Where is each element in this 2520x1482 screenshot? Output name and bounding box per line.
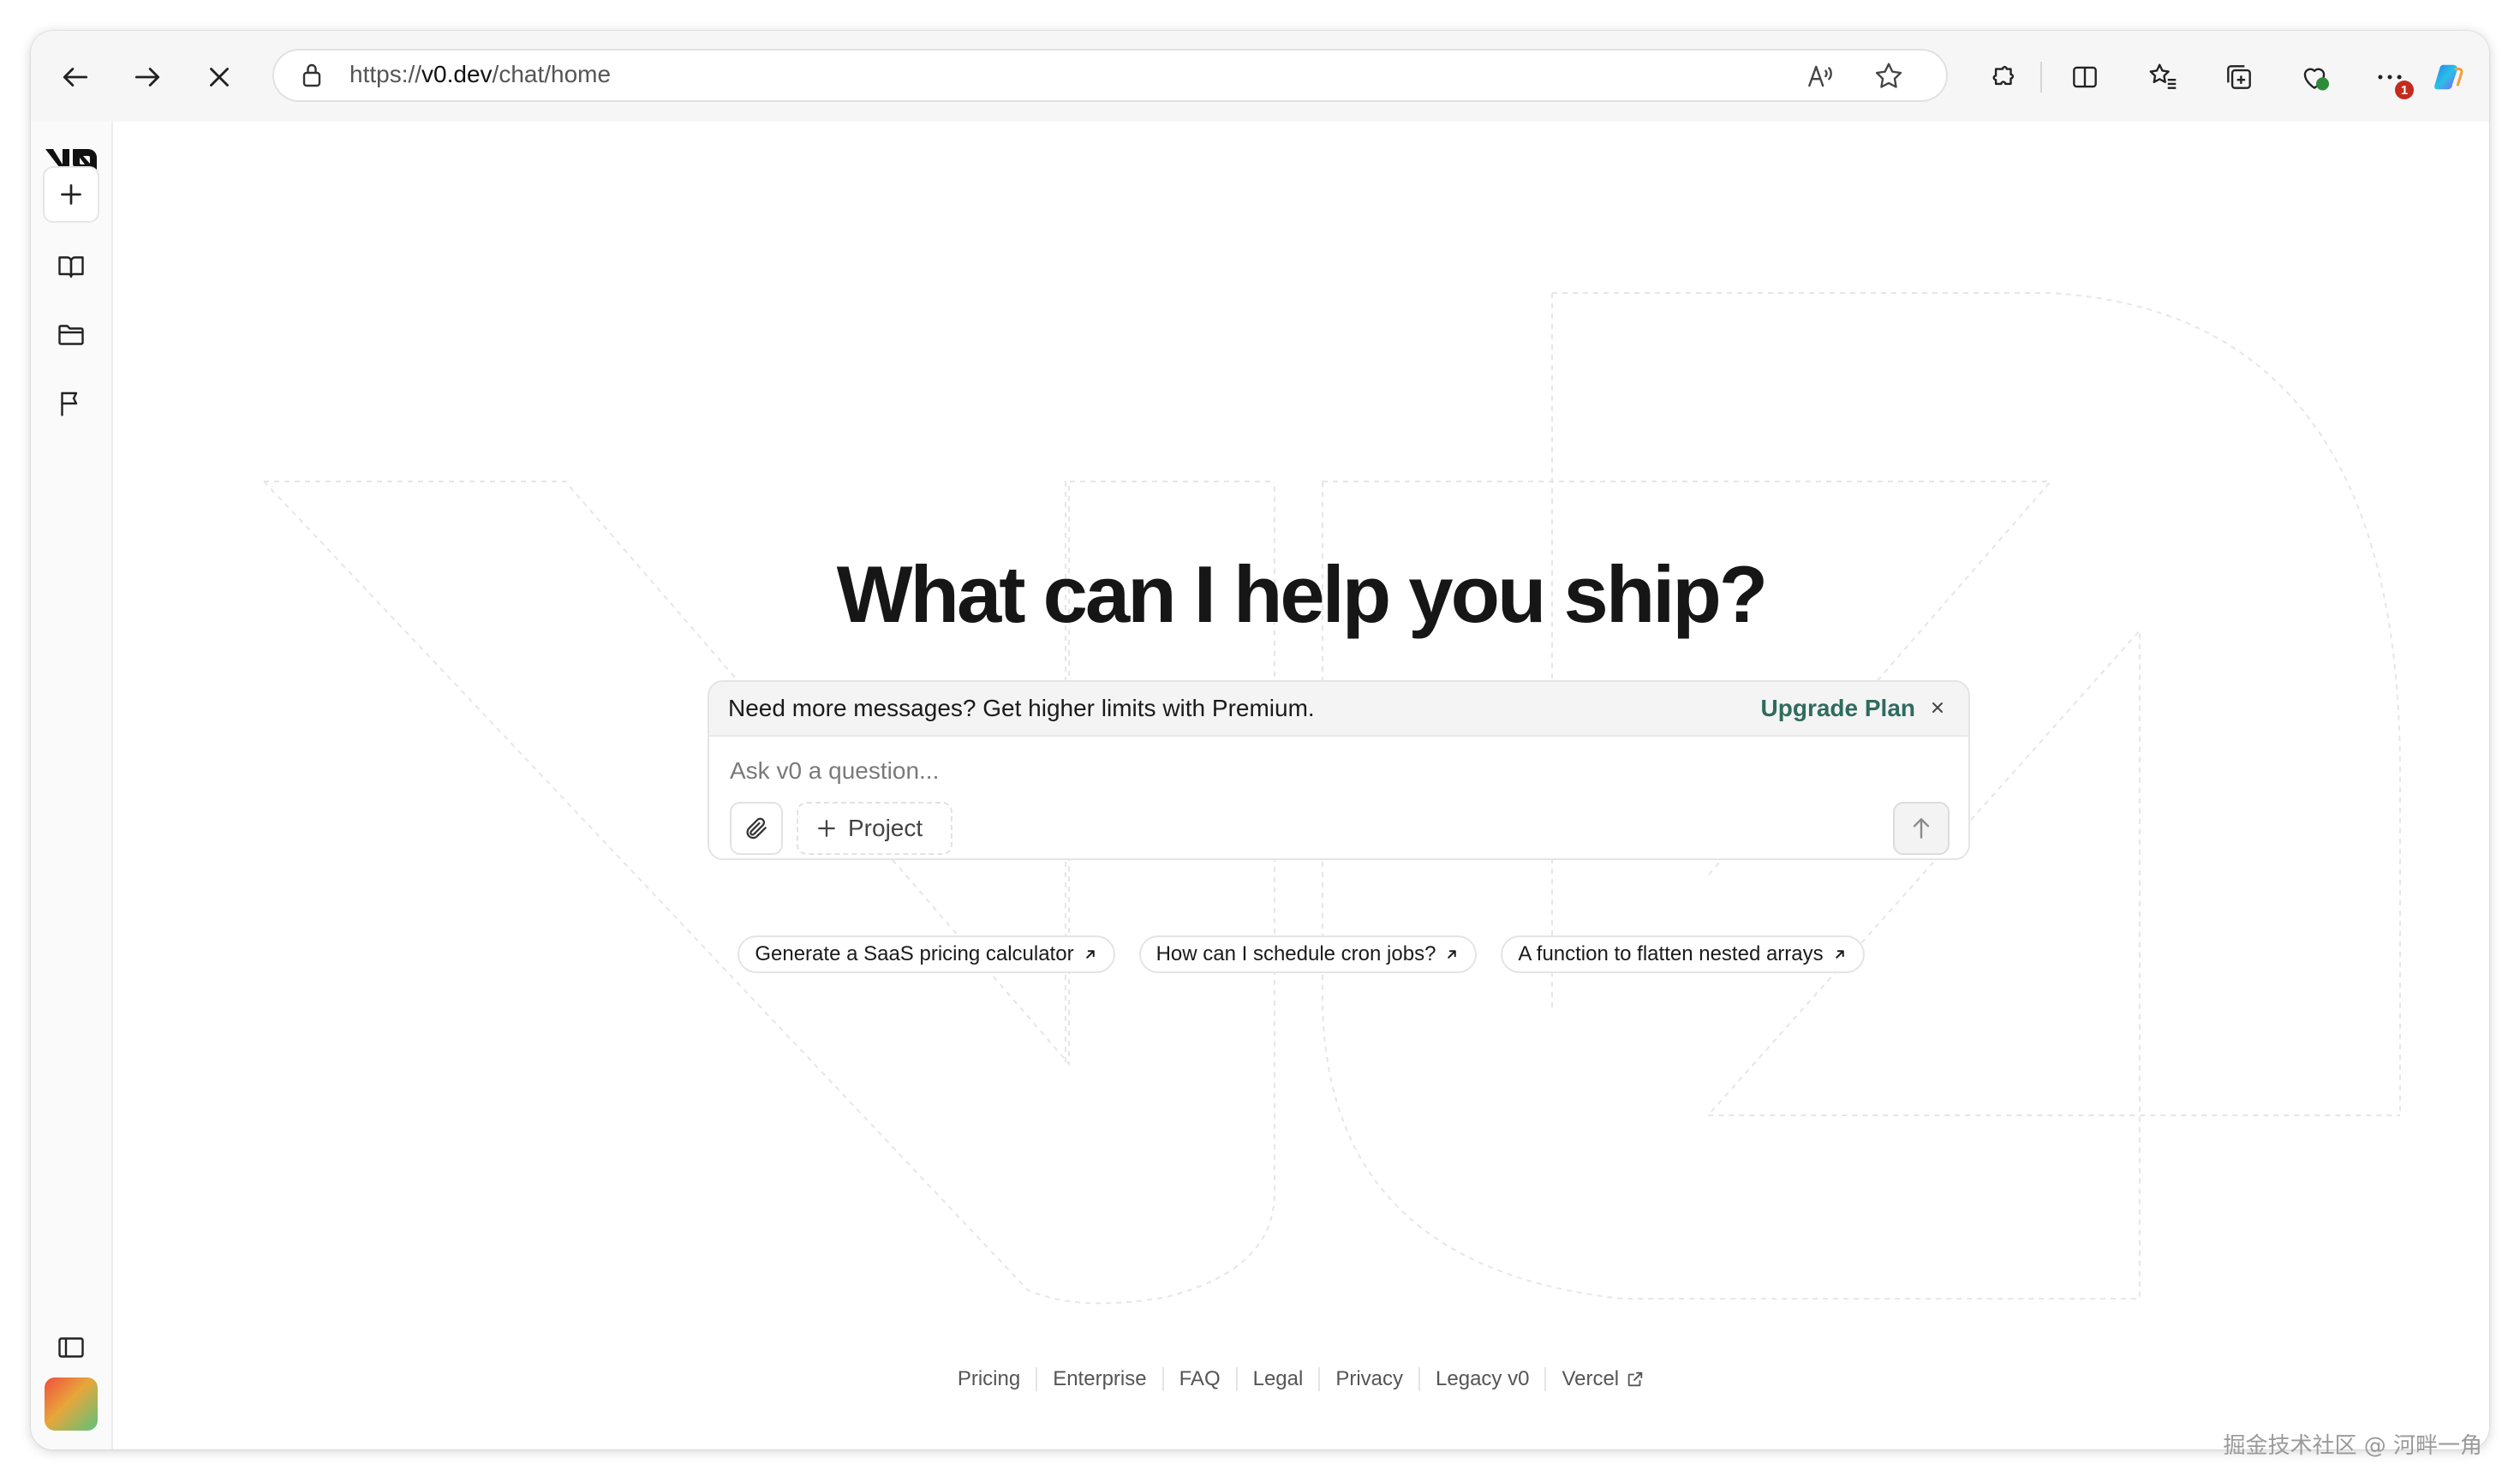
book-icon — [58, 256, 84, 278]
attach-button[interactable] — [730, 802, 783, 855]
paperclip-icon — [746, 817, 767, 840]
footer-link-privacy[interactable]: Privacy — [1318, 1367, 1418, 1391]
split-screen-icon — [2073, 66, 2097, 88]
send-button[interactable] — [1893, 802, 1950, 855]
sidebar-toggle-icon — [58, 1337, 84, 1358]
arrow-right-icon — [134, 68, 160, 87]
chat-composer: Need more messages? Get higher limits wi… — [708, 680, 1970, 860]
footer-link-enterprise[interactable]: Enterprise — [1036, 1367, 1161, 1391]
heart-pulse-icon — [2303, 68, 2330, 91]
sidebar-toggle-button[interactable] — [43, 1319, 99, 1376]
puzzle-icon — [1992, 65, 2015, 86]
browser-toolbar: https://v0.dev/chat/home 1 — [31, 31, 2489, 122]
forward-button[interactable] — [122, 51, 173, 103]
plus-icon — [818, 820, 835, 837]
flag-icon — [61, 391, 78, 416]
copilot-icon — [2434, 64, 2463, 90]
suggestion-chip[interactable]: How can I schedule cron jobs? — [1138, 935, 1478, 973]
suggestion-chip[interactable]: Generate a SaaS pricing calculator — [737, 935, 1115, 973]
new-chat-button[interactable] — [43, 166, 99, 223]
favorite-star-icon[interactable] — [1872, 60, 1905, 93]
stop-loading-button[interactable] — [194, 51, 245, 103]
main-content: What can I help you ship? Need more mess… — [113, 122, 2489, 1449]
arrow-up-right-icon — [1448, 950, 1457, 959]
arrow-up-right-icon — [1835, 950, 1844, 959]
extensions-button[interactable] — [1977, 51, 2028, 103]
arrow-up-right-icon — [1085, 950, 1095, 959]
footer-link-pricing[interactable]: Pricing — [942, 1367, 1036, 1391]
browser-essentials-button[interactable] — [2289, 51, 2340, 103]
banner-text: Need more messages? Get higher limits wi… — [728, 695, 1315, 721]
vercel-label: Vercel — [1562, 1367, 1620, 1390]
suggestion-label: Generate a SaaS pricing calculator — [755, 942, 1074, 965]
arrow-left-icon — [63, 68, 88, 87]
url-text[interactable]: https://v0.dev/chat/home — [349, 61, 611, 88]
footer-link-faq[interactable]: FAQ — [1161, 1367, 1236, 1391]
back-button[interactable] — [50, 51, 101, 103]
read-aloud-icon[interactable] — [1804, 60, 1836, 93]
footer-link-legacy-v0[interactable]: Legacy v0 — [1418, 1367, 1544, 1391]
prompt-input[interactable] — [728, 749, 1845, 793]
browser-window: https://v0.dev/chat/home 1 What can I he… — [31, 31, 2489, 1449]
external-link-icon — [1627, 1371, 1643, 1387]
footer-links: Pricing Enterprise FAQ Legal Privacy Leg… — [113, 1367, 2489, 1391]
feedback-button[interactable] — [43, 375, 99, 432]
close-icon — [210, 68, 229, 87]
collections-icon — [2227, 65, 2251, 89]
suggestion-chips: Generate a SaaS pricing calculator How c… — [113, 935, 2489, 973]
sidebar — [31, 122, 113, 1449]
suggestion-chip[interactable]: A function to flatten nested arrays — [1501, 935, 1865, 973]
user-avatar[interactable] — [45, 1377, 98, 1431]
suggestion-label: A function to flatten nested arrays — [1518, 942, 1824, 965]
page-viewport: What can I help you ship? Need more mess… — [31, 122, 2489, 1449]
arrow-up-icon — [1913, 818, 1930, 839]
watermark: 掘金技术社区 @ 河畔一角 — [2223, 1433, 2482, 1459]
plus-icon — [61, 184, 81, 205]
favorites-button[interactable] — [2138, 51, 2189, 103]
folder-icon — [58, 325, 84, 345]
banner-close-button[interactable] — [1926, 696, 1950, 720]
library-button[interactable] — [43, 238, 99, 295]
notification-badge: 1 — [2395, 81, 2414, 99]
copilot-button[interactable] — [2422, 51, 2474, 103]
url-scheme: https:// — [349, 61, 422, 87]
project-button[interactable]: Project — [797, 802, 952, 855]
url-path: /chat/home — [492, 61, 612, 87]
collections-button[interactable] — [2213, 51, 2265, 103]
upgrade-plan-link[interactable]: Upgrade Plan — [1761, 695, 1915, 722]
close-icon — [1932, 702, 1943, 713]
url-host: v0.dev — [421, 61, 493, 87]
split-screen-button[interactable] — [2059, 51, 2111, 103]
projects-button[interactable] — [43, 307, 99, 363]
project-label: Project — [848, 815, 923, 841]
address-bar[interactable]: https://v0.dev/chat/home — [272, 49, 1948, 102]
hero-title: What can I help you ship? — [836, 549, 1768, 639]
upgrade-banner: Need more messages? Get higher limits wi… — [709, 682, 1968, 737]
favorites-list-icon — [2149, 63, 2177, 89]
footer-link-vercel[interactable]: Vercel — [1544, 1367, 1660, 1391]
toolbar-separator — [2040, 62, 2042, 93]
suggestion-label: How can I schedule cron jobs? — [1155, 942, 1436, 965]
footer-link-legal[interactable]: Legal — [1235, 1367, 1319, 1391]
more-menu-button[interactable]: 1 — [2364, 51, 2415, 103]
lock-icon[interactable] — [296, 60, 327, 91]
